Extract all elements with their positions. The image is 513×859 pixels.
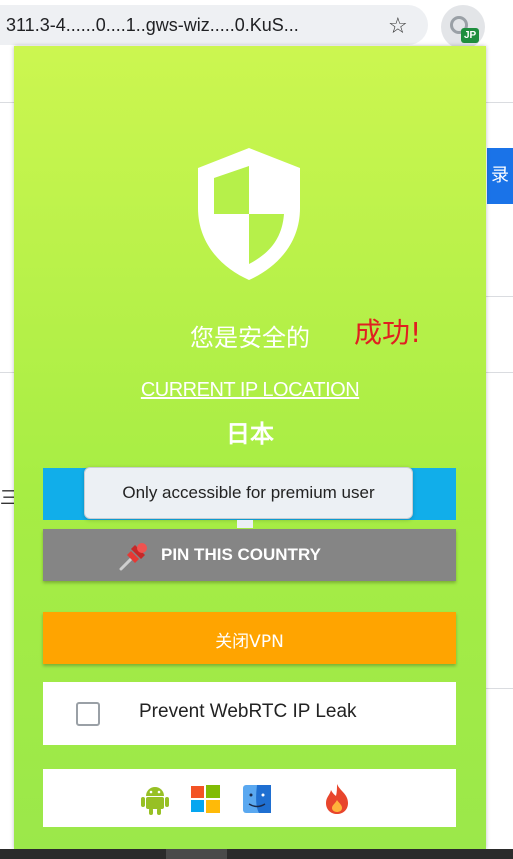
android-icon[interactable]	[138, 782, 172, 816]
current-location-link[interactable]: CURRENT IP LOCATION	[14, 379, 486, 402]
taskbar-item[interactable]	[166, 849, 227, 859]
platform-links	[43, 769, 456, 827]
os-taskbar	[0, 849, 513, 859]
star-icon[interactable]: ☆	[388, 14, 408, 39]
webrtc-checkbox[interactable]	[76, 702, 100, 726]
tooltip-arrow	[237, 520, 253, 528]
bg-divider	[486, 102, 513, 103]
vpn-extension-button[interactable]: JP	[441, 5, 485, 49]
address-bar[interactable]: 311.3-4......0....1..gws-wiz.....0.KuS..…	[0, 5, 428, 45]
tooltip-text: Only accessible for premium user	[122, 483, 375, 502]
fire-icon[interactable]	[320, 782, 354, 816]
pin-country-label: PIN THIS COUNTRY	[161, 545, 321, 564]
webrtc-option[interactable]: Prevent WebRTC IP Leak	[43, 682, 456, 745]
webrtc-label: Prevent WebRTC IP Leak	[139, 701, 357, 722]
disconnect-vpn-button[interactable]: 关闭VPN	[43, 612, 456, 664]
macos-finder-icon[interactable]	[240, 782, 274, 816]
disconnect-vpn-label: 关闭VPN	[215, 632, 284, 652]
pin-country-button[interactable]: PIN THIS COUNTRY	[43, 529, 456, 581]
bg-divider	[486, 296, 513, 297]
url-text[interactable]: 311.3-4......0....1..gws-wiz.....0.KuS..…	[6, 15, 299, 36]
premium-tooltip: Only accessible for premium user	[84, 467, 413, 519]
pushpin-icon	[119, 543, 147, 571]
bg-divider	[486, 372, 513, 373]
bg-divider	[0, 372, 14, 373]
bg-side-button[interactable]: 录	[487, 148, 513, 204]
windows-icon[interactable]	[188, 782, 222, 816]
current-country: 日本	[226, 420, 274, 448]
bg-divider	[0, 102, 14, 103]
vpn-popup: 您是安全的 CURRENT IP LOCATION 日本 成功! Only ac…	[14, 46, 486, 849]
bg-divider	[486, 688, 513, 689]
extension-badge: JP	[461, 28, 480, 43]
shield-icon	[198, 148, 300, 280]
success-annotation: 成功!	[354, 316, 422, 349]
